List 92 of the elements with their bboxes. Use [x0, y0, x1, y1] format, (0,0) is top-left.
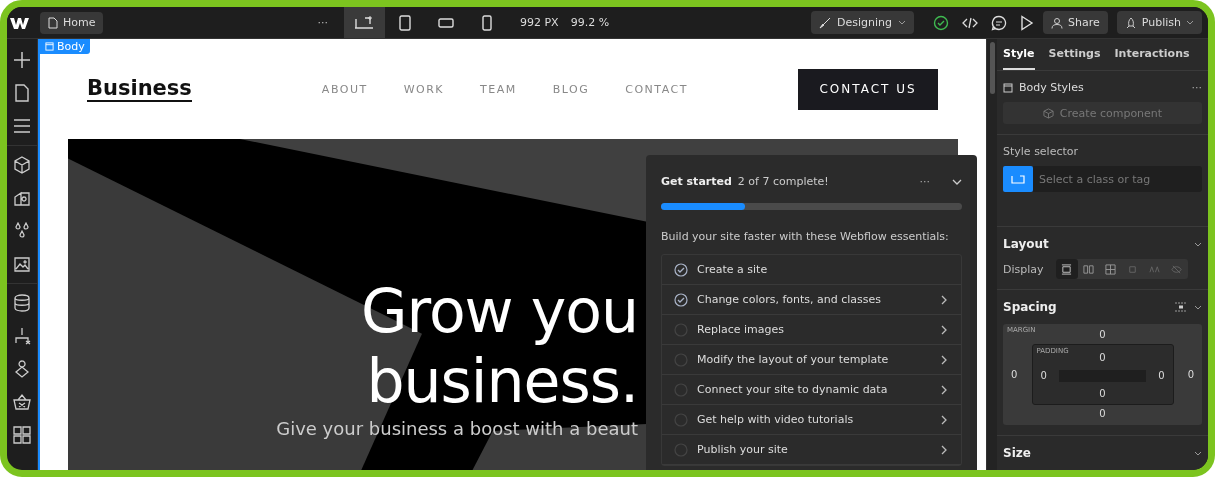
person-icon[interactable]: [13, 360, 31, 378]
chevron-down-icon[interactable]: [1194, 450, 1202, 456]
panel-tab[interactable]: Style: [1003, 39, 1035, 70]
item-label: Modify the layout of your template: [697, 353, 889, 366]
nav-link[interactable]: BLOG: [552, 82, 590, 96]
item-label: Create a site: [697, 263, 768, 276]
item-label: Get help with video tutorials: [697, 413, 854, 426]
checklist-item[interactable]: Modify the layout of your template: [662, 345, 961, 375]
cube-icon[interactable]: [13, 156, 31, 174]
mode-dropdown[interactable]: Designing: [811, 11, 915, 34]
frame-icon: [1011, 174, 1025, 184]
check-circle-icon[interactable]: [933, 14, 950, 31]
hero-heading: business.: [366, 346, 638, 416]
nav-link[interactable]: TEAM: [480, 82, 517, 96]
page-button[interactable]: Home: [40, 11, 104, 34]
intro-text: Build your site faster with these Webflow essentials:: [661, 230, 950, 243]
database-icon[interactable]: [13, 294, 31, 312]
padding-right-value[interactable]: 0: [1158, 367, 1165, 385]
chevron-down-icon[interactable]: [1194, 241, 1202, 247]
section-title: Spacing: [1003, 300, 1057, 314]
grid-icon[interactable]: [13, 426, 31, 444]
canvas-width: 992 PX: [520, 16, 559, 29]
item-label: Replace images: [697, 323, 784, 336]
block-icon[interactable]: [1055, 259, 1078, 279]
checklist-item[interactable]: Connect your site to dynamic data: [662, 375, 961, 405]
nav-link[interactable]: WORK: [403, 82, 445, 96]
checklist-item[interactable]: Replace images: [662, 315, 961, 345]
cube-icon: [1042, 107, 1054, 119]
more-button[interactable]: ···: [317, 16, 328, 29]
person-icon: [1051, 16, 1064, 29]
image-icon[interactable]: [13, 255, 31, 273]
tablet-icon: [399, 14, 412, 31]
publish-button[interactable]: Publish: [1116, 11, 1202, 34]
brush-icon: [819, 16, 832, 29]
chevron-down-icon[interactable]: [952, 178, 962, 185]
section-title: Layout: [1003, 237, 1049, 251]
desktop-icon: [354, 15, 375, 30]
share-button[interactable]: Share: [1043, 11, 1108, 34]
panel-title: Get started: [661, 175, 732, 188]
body-element-icon: [1003, 82, 1013, 93]
chevron-down-icon[interactable]: [1194, 304, 1202, 310]
comment-icon[interactable]: [991, 14, 1008, 31]
drops-icon[interactable]: [13, 222, 31, 240]
page-icon[interactable]: [13, 84, 31, 102]
padding-left-value[interactable]: 0: [1040, 367, 1047, 385]
site-logo[interactable]: Business: [87, 76, 192, 102]
hero-subtitle: Give your business a boost with a beaut: [276, 418, 638, 439]
more-button[interactable]: ···: [919, 175, 930, 188]
margin-right-value[interactable]: 0: [1187, 365, 1194, 384]
checklist-item[interactable]: Get help with video tutorials: [662, 405, 961, 435]
plus-icon[interactable]: [13, 51, 31, 69]
caret-icon: [898, 20, 907, 25]
class-selector-field[interactable]: Select a class or tag: [1033, 166, 1202, 192]
shapes-icon[interactable]: [13, 189, 31, 207]
progress-text: 2 of 7 complete!: [737, 175, 829, 188]
margin-top-value[interactable]: 0: [1099, 326, 1106, 344]
caret-icon: [1186, 20, 1194, 25]
scrollbar-thumb[interactable]: [989, 42, 995, 94]
phone-icon: [482, 14, 493, 31]
desktop-button[interactable]: [344, 7, 385, 38]
nav-link[interactable]: ABOUT: [321, 82, 368, 96]
padding-bottom-value[interactable]: 0: [1099, 385, 1106, 403]
rocket-icon: [1124, 16, 1137, 29]
margin-bottom-value[interactable]: 0: [1099, 405, 1106, 423]
padding-top-value[interactable]: 0: [1099, 349, 1106, 367]
page-icon: [48, 16, 58, 29]
section-title: Size: [1003, 446, 1031, 460]
panel-tab[interactable]: Settings: [1048, 39, 1101, 70]
play-icon[interactable]: [1020, 14, 1035, 31]
item-label: Publish your site: [697, 443, 788, 456]
display-label: Display: [1003, 262, 1044, 276]
nav-link[interactable]: CONTACT: [625, 82, 688, 96]
spacing-mode-icon[interactable]: [1174, 302, 1188, 312]
styles-title: Body Styles: [1019, 81, 1084, 94]
zoom-level: 99.2 %: [570, 16, 610, 29]
logo-icon[interactable]: [10, 16, 30, 29]
checklist-item[interactable]: Change colors, fonts, and classes: [662, 285, 961, 315]
margin-left-value[interactable]: 0: [1011, 365, 1018, 384]
body-element-icon: [45, 42, 54, 51]
branch-icon[interactable]: [13, 327, 31, 345]
checklist-item[interactable]: Publish your site: [662, 435, 961, 465]
menu-lines-icon[interactable]: [13, 117, 31, 135]
style-selector-label: Style selector: [1003, 145, 1080, 158]
more-button[interactable]: ···: [1191, 81, 1202, 94]
checklist-item[interactable]: Create a site: [662, 255, 961, 285]
contact-button[interactable]: CONTACT US: [798, 68, 938, 110]
panel-tab[interactable]: Interactions: [1114, 39, 1190, 70]
landscape-phone-icon: [438, 17, 455, 28]
item-label: Connect your site to dynamic data: [697, 383, 888, 396]
item-label: Change colors, fonts, and classes: [697, 293, 882, 306]
basket-icon[interactable]: [13, 393, 31, 411]
hero-heading: Grow you: [361, 276, 638, 346]
